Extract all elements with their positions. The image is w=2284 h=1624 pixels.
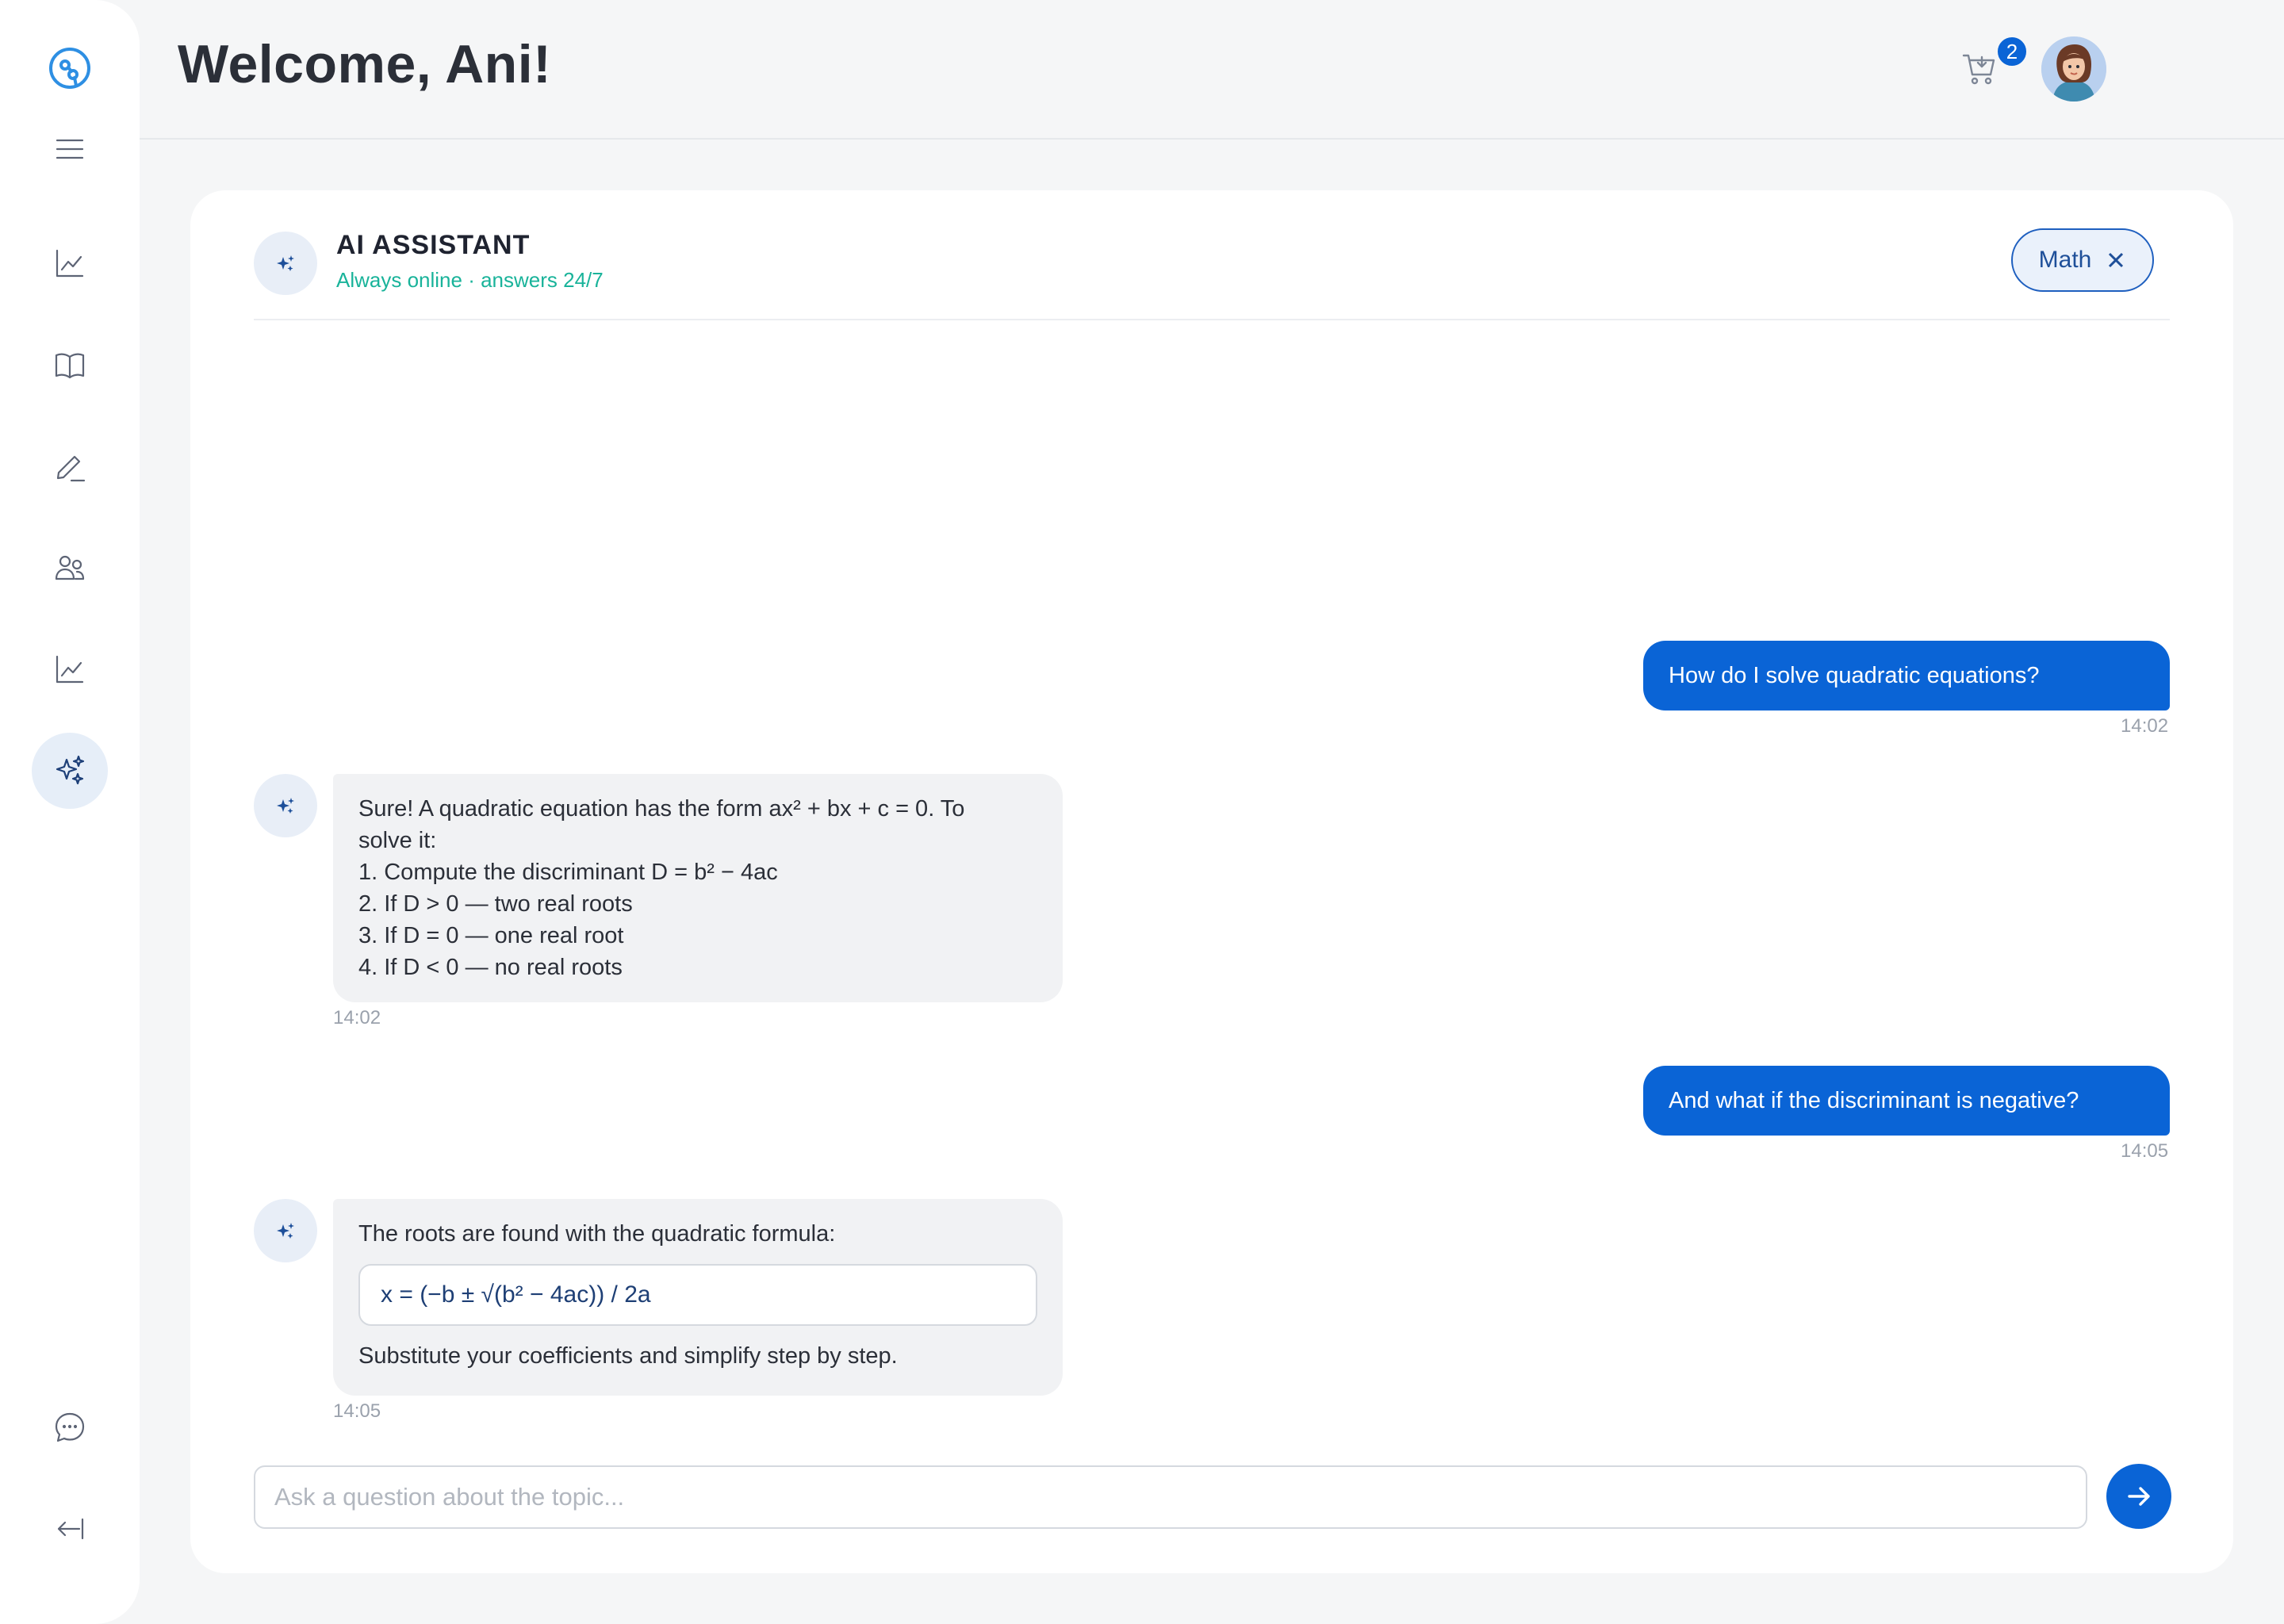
message-time: 14:05 (2121, 1140, 2169, 1162)
page-title: Welcome, Ani! (178, 34, 552, 94)
message-line: 3. If D = 0 — one real root (358, 923, 624, 948)
message-time: 14:05 (333, 1400, 381, 1422)
cart-count-badge: 2 (1995, 35, 2029, 68)
arrow-right-icon (2128, 1487, 2150, 1506)
assistant-avatar (254, 1199, 317, 1262)
topic-chip[interactable]: Math (2011, 228, 2154, 292)
book-icon[interactable] (0, 327, 140, 403)
assistant-message: Sure! A quadratic equation has the form … (333, 774, 1063, 1002)
pencil-icon[interactable] (0, 428, 140, 504)
message-line: The roots are found with the quadratic f… (358, 1221, 836, 1247)
chat-input-container (254, 1465, 2087, 1529)
assistant-title: AI ASSISTANT (336, 230, 531, 260)
chat-icon[interactable] (0, 1389, 140, 1465)
user-message: How do I solve quadratic equations? (1643, 641, 2170, 710)
message-line: Substitute your coefficients and simplif… (358, 1343, 898, 1369)
topic-chip-label: Math (2038, 247, 2092, 273)
analytics-icon[interactable] (0, 631, 140, 707)
chat-input[interactable] (255, 1467, 2086, 1527)
sidebar (0, 0, 140, 1624)
sparkles-icon (277, 798, 294, 814)
message-line: 4. If D < 0 — no real roots (358, 955, 623, 980)
sparkles-icon (277, 1223, 294, 1239)
close-icon[interactable] (2106, 250, 2126, 270)
ai-assistant-nav-item[interactable] (0, 733, 140, 809)
collapse-icon[interactable] (0, 1491, 140, 1567)
assistant-status: Always online · answers 24/7 (336, 268, 604, 292)
message-time: 14:02 (2121, 715, 2169, 737)
assistant-message: The roots are found with the quadratic f… (333, 1199, 1063, 1396)
sparkles-icon (277, 255, 294, 271)
message-time: 14:02 (333, 1007, 381, 1028)
sparkles-icon (32, 733, 108, 809)
chart-icon[interactable] (0, 225, 140, 301)
message-line: Sure! A quadratic equation has the form … (358, 796, 965, 822)
message-line: solve it: (358, 828, 437, 853)
chat-header: AI ASSISTANT Always online · answers 24/… (254, 228, 2170, 320)
users-icon[interactable] (0, 530, 140, 606)
app-logo-icon[interactable] (0, 30, 140, 106)
assistant-avatar (254, 232, 317, 295)
formula-block: x = (−b ± √(b² − 4ac)) / 2a (358, 1264, 1037, 1326)
assistant-avatar (254, 774, 317, 837)
menu-icon[interactable] (0, 111, 140, 187)
message-line: 2. If D > 0 — two real roots (358, 891, 633, 917)
user-message: And what if the discriminant is negative… (1643, 1066, 2170, 1136)
cart-icon (1962, 54, 1995, 85)
chat-card: AI ASSISTANT Always online · answers 24/… (190, 190, 2233, 1573)
message-line: 1. Compute the discriminant D = b² − 4ac (358, 860, 778, 885)
user-avatar[interactable] (2041, 36, 2106, 102)
send-button[interactable] (2106, 1464, 2171, 1529)
